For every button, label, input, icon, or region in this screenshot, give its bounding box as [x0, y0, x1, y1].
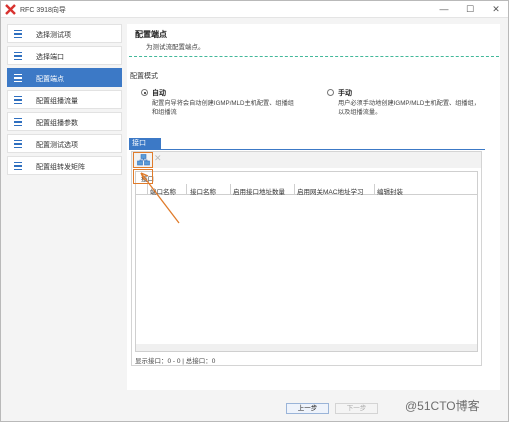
column-separator	[374, 184, 375, 195]
step-content: 配置端点 为测试流配置端点。 配置模式 自动 配置向导将会自动创建IGMP/ML…	[127, 24, 500, 390]
sidebar-item-label: 配置组播流量	[36, 98, 78, 105]
sidebar-item-label: 配置端点	[36, 76, 64, 83]
interfaces-toolbar: ✕	[132, 152, 481, 168]
interfaces-table: 接口 端口名称 接口名称 启用接口地址数量 启用网关MAC地址学习 编辑封装	[135, 171, 478, 352]
sidebar-item-multicast-params[interactable]: 配置组播参数	[7, 112, 122, 131]
col-edit-encapsulation[interactable]: 编辑封装	[377, 186, 403, 196]
watermark-text: @51CTO博客	[405, 399, 480, 413]
auto-mode-radio[interactable]	[141, 89, 148, 96]
sidebar-item-test-options[interactable]: 配置测试选项	[7, 134, 122, 153]
sidebar-item-multicast-traffic[interactable]: 配置组播流量	[7, 90, 122, 109]
col-interface-name[interactable]: 接口名称	[190, 186, 216, 196]
tab-interfaces[interactable]: 接口	[129, 138, 161, 149]
horizontal-scrollbar[interactable]	[136, 344, 477, 351]
menu-icon	[14, 118, 22, 126]
sidebar-item-select-ports[interactable]: 选择端口	[7, 46, 122, 65]
col-port-name[interactable]: 端口名称	[150, 186, 176, 196]
menu-icon	[14, 162, 22, 170]
page-title: 配置端点	[135, 30, 167, 39]
menu-icon	[14, 52, 22, 60]
tab-underline	[129, 149, 485, 150]
sidebar-item-label: 配置组播参数	[36, 120, 78, 127]
window-title: RFC 3918向导	[20, 7, 66, 14]
next-button[interactable]: 下一步	[335, 403, 378, 414]
interfaces-panel: ✕ 接口 端口名称 接口名称 启用接口地址数量 启用网关MAC地址学习 编辑封装	[131, 151, 482, 366]
column-separator	[186, 184, 187, 195]
sidebar-item-select-tests[interactable]: 选择测试项	[7, 24, 122, 43]
manual-mode-description-line2: 以及组播流量。	[338, 109, 382, 116]
auto-mode-description-line1: 配置向导将会自动创建IGMP/MLD主机配置、组播组	[152, 100, 294, 107]
sidebar-item-label: 配置测试选项	[36, 142, 78, 149]
menu-icon	[14, 96, 22, 104]
sidebar-item-label: 配置组转发矩阵	[36, 164, 85, 171]
table-header-row: 端口名称 接口名称 启用接口地址数量 启用网关MAC地址学习 编辑封装	[136, 184, 477, 196]
menu-icon	[14, 140, 22, 148]
manual-mode-description-line1: 用户必须手动地创建IGMP/MLD主机配置、组播组，	[338, 100, 480, 107]
section-divider	[129, 56, 499, 57]
auto-mode-description-line2: 和组播流	[152, 109, 177, 116]
table-status-text: 显示接口：0 - 0 | 总接口：0	[135, 358, 216, 365]
delete-icon[interactable]: ✕	[154, 153, 162, 164]
close-button[interactable]: ✕	[489, 3, 503, 15]
page-subtitle: 为测试流配置端点。	[146, 44, 205, 51]
sidebar-item-label: 选择端口	[36, 54, 64, 61]
minimize-button[interactable]: —	[437, 3, 451, 15]
app-logo-icon	[5, 4, 16, 15]
wizard-window: RFC 3918向导 — ☐ ✕ 选择测试项 选择端口 配置端点 配置组播流量 …	[0, 0, 509, 422]
column-separator	[230, 184, 231, 195]
manual-mode-radio[interactable]	[327, 89, 334, 96]
maximize-button[interactable]: ☐	[463, 3, 477, 15]
sidebar-item-forwarding-matrix[interactable]: 配置组转发矩阵	[7, 156, 122, 175]
sidebar-item-label: 选择测试项	[36, 32, 71, 39]
col-enable-address-count[interactable]: 启用接口地址数量	[233, 186, 285, 196]
column-separator	[294, 184, 295, 195]
previous-button[interactable]: 上一步	[286, 403, 329, 414]
sidebar-item-configure-endpoints[interactable]: 配置端点	[7, 68, 122, 87]
config-mode-label: 配置模式	[130, 73, 158, 80]
highlight-header-box	[133, 169, 153, 184]
highlight-add-button-box	[133, 152, 153, 168]
column-separator	[147, 184, 148, 195]
title-bar: RFC 3918向导 — ☐ ✕	[1, 1, 508, 18]
auto-mode-title: 自动	[152, 90, 166, 97]
col-gateway-mac-learning[interactable]: 启用网关MAC地址学习	[297, 186, 363, 196]
menu-icon	[14, 30, 22, 38]
wizard-steps-sidebar: 选择测试项 选择端口 配置端点 配置组播流量 配置组播参数 配置测试选项 配置组…	[7, 24, 122, 178]
menu-icon	[14, 74, 22, 82]
manual-mode-title: 手动	[338, 90, 352, 97]
